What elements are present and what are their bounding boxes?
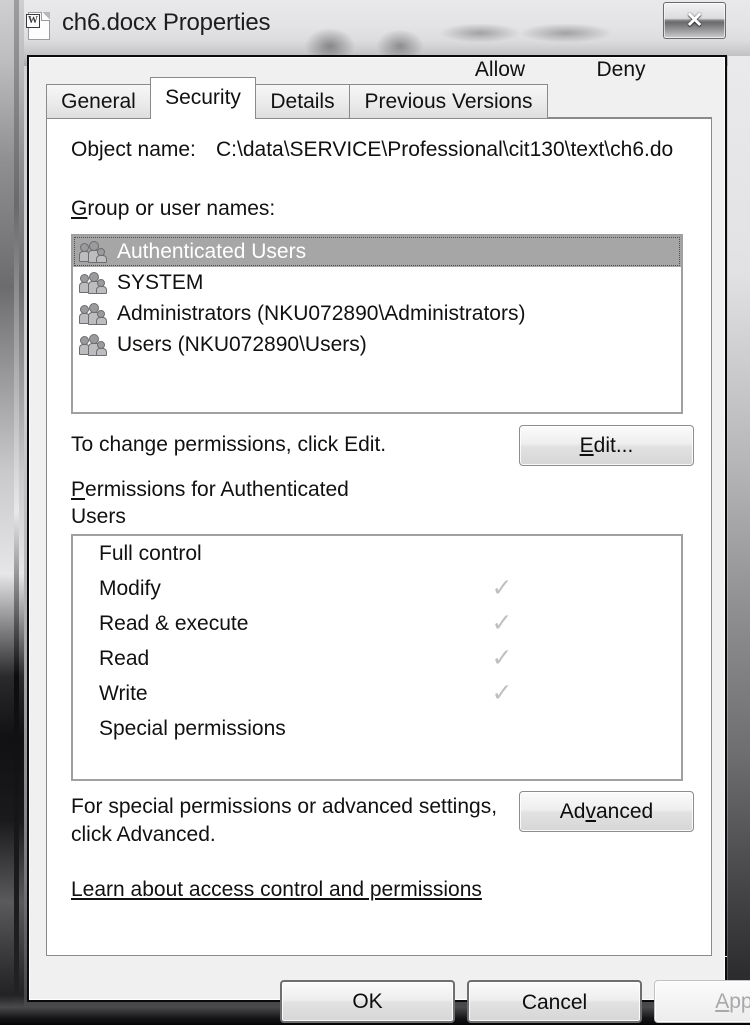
allow-checkbox[interactable]: ✓ xyxy=(462,606,542,641)
table-row[interactable]: Write ✓ xyxy=(73,676,681,711)
footer-separator xyxy=(31,956,727,957)
window-left-border xyxy=(0,0,24,1025)
tab-security[interactable]: Security xyxy=(150,77,256,118)
window-title: ch6.docx Properties xyxy=(62,9,271,36)
group-or-user-names-label: Group or user names: xyxy=(71,197,276,220)
permissions-list[interactable]: Full control Modify ✓ Read & execute ✓ Read ✓ W… xyxy=(71,534,683,781)
word-document-icon: W xyxy=(26,12,53,42)
tab-security-label: Security xyxy=(165,86,241,109)
users-group-icon xyxy=(79,303,109,325)
close-icon: ✕ xyxy=(685,8,704,32)
list-item[interactable]: Users (NKU072890\Users) xyxy=(73,329,681,360)
users-group-icon xyxy=(79,272,109,294)
list-item-label: Administrators (NKU072890\Administrators… xyxy=(117,302,526,325)
active-tab-seam xyxy=(151,116,255,120)
tab-details-label: Details xyxy=(270,90,335,113)
tab-strip: General Security Details Previous Versio… xyxy=(46,77,712,118)
tab-previous-versions-label: Previous Versions xyxy=(364,90,533,113)
permission-name: Write xyxy=(99,682,148,705)
list-item[interactable]: Administrators (NKU072890\Administrators… xyxy=(73,298,681,329)
object-name-label: Object name: xyxy=(71,138,196,161)
properties-window: W ch6.docx Properties ✕ General Security… xyxy=(0,0,750,1025)
permission-name: Full control xyxy=(99,542,202,565)
window-right-border xyxy=(728,56,750,1025)
list-item-label: Authenticated Users xyxy=(117,240,307,263)
word-icon-letter: W xyxy=(26,14,40,28)
tab-general-label: General xyxy=(61,90,136,113)
properties-dialog: General Security Details Previous Versio… xyxy=(27,55,750,1023)
dialog-inner-frame: General Security Details Previous Versio… xyxy=(29,57,750,1023)
users-group-icon xyxy=(79,241,109,263)
window-left-border-highlight xyxy=(14,0,19,1025)
title-bar[interactable]: W ch6.docx Properties ✕ xyxy=(24,0,728,56)
apply-button[interactable]: Apply xyxy=(654,980,750,1023)
table-row[interactable]: Read ✓ xyxy=(73,641,681,676)
permissions-for-label-line2: Users xyxy=(71,505,126,528)
tab-details[interactable]: Details xyxy=(255,84,350,118)
permissions-for-label-line1: Permissions for Authenticated xyxy=(71,478,349,501)
tab-previous-versions[interactable]: Previous Versions xyxy=(349,84,548,118)
list-item[interactable]: SYSTEM xyxy=(73,267,681,298)
deny-column-header: Deny xyxy=(596,58,646,81)
permission-name: Modify xyxy=(99,577,161,600)
edit-button[interactable]: Edit... xyxy=(519,425,694,466)
list-item-label: SYSTEM xyxy=(117,271,204,294)
table-row[interactable]: Full control xyxy=(73,536,681,571)
table-row[interactable]: Read & execute ✓ xyxy=(73,606,681,641)
allow-checkbox[interactable]: ✓ xyxy=(462,641,542,676)
change-permissions-hint: To change permissions, click Edit. xyxy=(71,433,387,456)
learn-about-access-control-link[interactable]: Learn about access control and permissio… xyxy=(71,878,482,902)
list-item-label: Users (NKU072890\Users) xyxy=(117,333,367,356)
close-button[interactable]: ✕ xyxy=(663,2,726,39)
users-group-icon xyxy=(79,334,109,356)
permission-name: Read xyxy=(99,647,150,670)
ok-button[interactable]: OK xyxy=(280,980,455,1023)
allow-checkbox[interactable]: ✓ xyxy=(462,676,542,711)
table-row[interactable]: Modify ✓ xyxy=(73,571,681,606)
cancel-button[interactable]: Cancel xyxy=(467,980,642,1023)
permission-name: Special permissions xyxy=(99,717,286,740)
allow-checkbox[interactable]: ✓ xyxy=(462,571,542,606)
allow-column-header: Allow xyxy=(474,58,526,81)
permission-name: Read & execute xyxy=(99,612,249,635)
group-or-user-names-list[interactable]: Authenticated Users SYSTEM Administrators … xyxy=(71,234,683,414)
list-item[interactable]: Authenticated Users xyxy=(73,236,681,267)
table-row[interactable]: Special permissions xyxy=(73,711,681,746)
object-name-value: C:\data\SERVICE\Professional\cit130\text… xyxy=(216,138,674,161)
advanced-hint-line1: For special permissions or advanced sett… xyxy=(71,795,498,818)
advanced-button[interactable]: Advanced xyxy=(519,791,694,832)
tab-general[interactable]: General xyxy=(46,84,151,118)
group-label-rest: roup or user names: xyxy=(87,197,276,220)
advanced-hint-line2: click Advanced. xyxy=(71,823,216,846)
